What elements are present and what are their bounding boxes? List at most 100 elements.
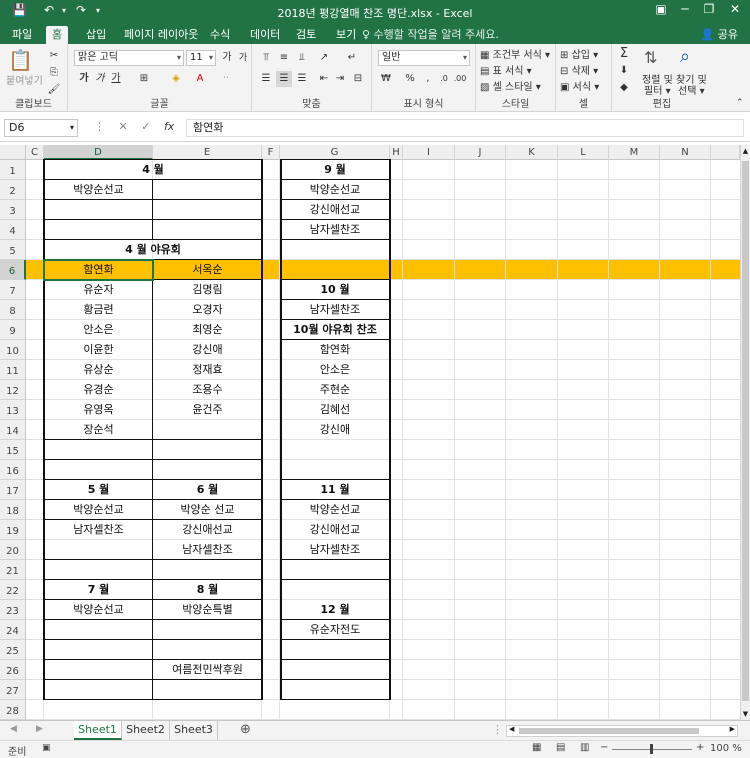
row-header-21[interactable]: 21 xyxy=(0,560,26,580)
comma-style-icon[interactable]: , xyxy=(420,71,436,87)
sheet-tab-sheet3[interactable]: Sheet3 xyxy=(170,721,218,740)
cell-g18[interactable]: 박양순선교 xyxy=(280,500,390,520)
tab-insert[interactable]: 삽입 xyxy=(80,26,112,44)
clear-icon[interactable]: ◆ xyxy=(616,80,632,96)
next-sheet-icon[interactable]: ▶ xyxy=(36,724,43,734)
row-header-19[interactable]: 19 xyxy=(0,520,26,540)
vertical-scrollbar[interactable]: ▲ ▼ xyxy=(740,145,750,720)
sheet-tab-sheet1[interactable]: Sheet1 xyxy=(74,721,122,740)
insert-cells-button[interactable]: ⊞ 삽입 ▾ xyxy=(560,46,598,61)
column-header-d[interactable]: D xyxy=(44,145,153,160)
cell-d17[interactable]: 5 월 xyxy=(44,480,153,500)
select-all-button[interactable] xyxy=(0,145,26,160)
scroll-up-icon[interactable]: ▲ xyxy=(741,147,750,155)
share-button[interactable]: 👤 공유 xyxy=(701,26,738,43)
cell-d9[interactable]: 안소은 xyxy=(44,320,153,340)
scroll-down-icon[interactable]: ▼ xyxy=(741,710,750,718)
cell-e18[interactable]: 박양순 선교 xyxy=(153,500,262,520)
align-right-icon[interactable]: ☰ xyxy=(294,71,310,87)
row-header-22[interactable]: 22 xyxy=(0,580,26,600)
zoom-in-button[interactable]: + xyxy=(696,742,704,753)
enter-icon[interactable]: ✓ xyxy=(141,120,150,133)
column-header-h[interactable]: H xyxy=(390,145,403,160)
column-header-partial[interactable] xyxy=(711,145,740,160)
cell-d10[interactable]: 이윤한 xyxy=(44,340,153,360)
row-header-13[interactable]: 13 xyxy=(0,400,26,420)
scroll-thumb[interactable] xyxy=(519,728,699,734)
decrease-decimal-icon[interactable]: .00 xyxy=(452,71,468,87)
cell-e9[interactable]: 최영순 xyxy=(153,320,262,340)
cell-g20[interactable]: 남자셀찬조 xyxy=(280,540,390,560)
cell-d7[interactable]: 유순자 xyxy=(44,280,153,300)
cell-d8[interactable]: 황금련 xyxy=(44,300,153,320)
row-header-4[interactable]: 4 xyxy=(0,220,26,240)
delete-cells-button[interactable]: ⊟ 삭제 ▾ xyxy=(560,62,598,77)
number-format-combo[interactable]: 일반 ▾ xyxy=(378,50,470,66)
column-header-n[interactable]: N xyxy=(660,145,711,160)
cell-e26[interactable]: 여름전민싹후원 xyxy=(153,660,262,680)
cell-d13[interactable]: 유영옥 xyxy=(44,400,153,420)
copy-icon[interactable]: ⎘ xyxy=(46,65,62,81)
column-header-g[interactable]: G xyxy=(280,145,390,160)
currency-icon[interactable]: ₩ xyxy=(378,71,394,87)
cell-d18[interactable]: 박양순선교 xyxy=(44,500,153,520)
cell-e19[interactable]: 강신애선교 xyxy=(153,520,262,540)
cell-g19[interactable]: 강신애선교 xyxy=(280,520,390,540)
conditional-formatting-button[interactable]: ▦ 조건부 서식 ▾ xyxy=(480,46,550,61)
column-header-j[interactable]: J xyxy=(455,145,506,160)
row-header-3[interactable]: 3 xyxy=(0,200,26,220)
cell-d2[interactable]: 박양순선교 xyxy=(44,180,153,200)
border-icon[interactable]: ⊞ xyxy=(136,71,152,87)
cell-g14[interactable]: 강신애 xyxy=(280,420,390,440)
tab-review[interactable]: 검토 xyxy=(290,26,322,44)
sheet-tab-sheet2[interactable]: Sheet2 xyxy=(122,721,170,740)
ribbon-display-button[interactable]: ▣ xyxy=(650,2,672,20)
scroll-left-icon[interactable]: ◀ xyxy=(509,725,514,733)
autosum-icon[interactable]: Σ xyxy=(616,46,632,62)
zoom-level[interactable]: 100 % xyxy=(710,743,742,754)
cell-g12[interactable]: 주현순 xyxy=(280,380,390,400)
cell-g2[interactable]: 박양순선교 xyxy=(280,180,390,200)
cell-g17[interactable]: 11 월 xyxy=(280,480,390,500)
cell-g9[interactable]: 10월 야유회 찬조 xyxy=(280,320,390,340)
row-header-6[interactable]: 6 xyxy=(0,260,26,280)
font-size-combo[interactable]: 11 ▾ xyxy=(186,50,216,66)
column-header-l[interactable]: L xyxy=(558,145,609,160)
cancel-icon[interactable]: ✕ xyxy=(119,120,128,133)
wrap-text-icon[interactable]: ↵ xyxy=(344,50,360,66)
grow-font-button[interactable]: 가 xyxy=(219,50,235,66)
cell-g1[interactable]: 9 월 xyxy=(280,160,390,180)
column-header-m[interactable]: M xyxy=(609,145,660,160)
percent-icon[interactable]: % xyxy=(402,71,418,87)
tab-home[interactable]: 홈 xyxy=(46,26,69,44)
increase-decimal-icon[interactable]: .0 xyxy=(436,71,452,87)
cell-e12[interactable]: 조용수 xyxy=(153,380,262,400)
row-header-15[interactable]: 15 xyxy=(0,440,26,460)
font-name-combo[interactable]: 맑은 고딕 ▾ xyxy=(74,50,184,66)
cell-d1[interactable]: 4 월 xyxy=(44,160,262,180)
format-cells-button[interactable]: ▣ 서식 ▾ xyxy=(560,78,599,93)
cell-e8[interactable]: 오경자 xyxy=(153,300,262,320)
row-header-23[interactable]: 23 xyxy=(0,600,26,620)
shrink-font-button[interactable]: 가 xyxy=(235,50,251,66)
row-header-7[interactable]: 7 xyxy=(0,280,26,300)
row-header-8[interactable]: 8 xyxy=(0,300,26,320)
scroll-right-icon[interactable]: ▶ xyxy=(730,725,735,733)
cell-g11[interactable]: 안소은 xyxy=(280,360,390,380)
cell-e7[interactable]: 김명림 xyxy=(153,280,262,300)
paste-button[interactable]: 붙여넣기 xyxy=(6,72,43,87)
phonetic-icon[interactable]: ᆢ xyxy=(218,71,234,87)
row-header-25[interactable]: 25 xyxy=(0,640,26,660)
cell-e6[interactable]: 서옥순 xyxy=(153,260,262,280)
decrease-indent-icon[interactable]: ⇤ xyxy=(316,71,332,87)
cell-g24[interactable]: 유순자전도 xyxy=(280,620,390,640)
orientation-icon[interactable]: ↗ xyxy=(316,50,332,66)
align-middle-icon[interactable]: ≡ xyxy=(276,50,292,66)
row-header-12[interactable]: 12 xyxy=(0,380,26,400)
cell-styles-button[interactable]: ▧ 셀 스타일 ▾ xyxy=(480,78,541,93)
fill-icon[interactable]: ⬇ xyxy=(616,63,632,79)
format-as-table-button[interactable]: ▤ 표 서식 ▾ xyxy=(480,62,532,77)
zoom-out-button[interactable]: − xyxy=(600,742,608,753)
cell-e10[interactable]: 강신애 xyxy=(153,340,262,360)
fill-color-icon[interactable]: ◈ xyxy=(168,71,184,87)
